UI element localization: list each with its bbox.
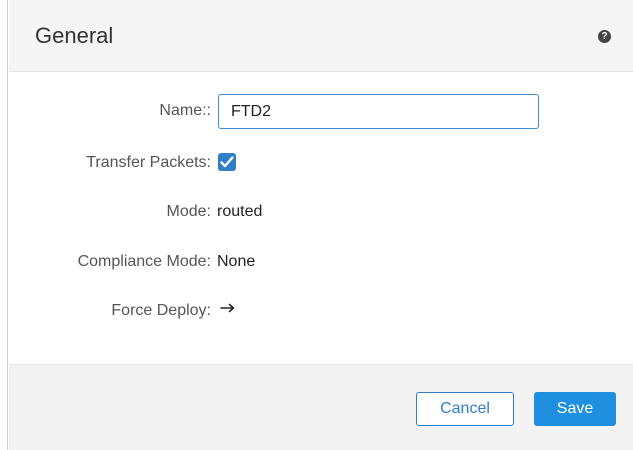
compliance-mode-value: None bbox=[217, 253, 256, 270]
dialog-header: General ? bbox=[9, 0, 633, 72]
dialog-footer: Cancel Save bbox=[9, 364, 633, 450]
mode-label: Mode: bbox=[166, 203, 211, 220]
compliance-mode-label: Compliance Mode: bbox=[77, 253, 211, 270]
force-deploy-label: Force Deploy: bbox=[111, 302, 211, 319]
general-dialog: General ? Name:: Transfer Packets: Mode:… bbox=[0, 0, 633, 450]
save-button[interactable]: Save bbox=[534, 392, 616, 426]
dialog-left-edge bbox=[0, 0, 8, 450]
transfer-packets-label: Transfer Packets: bbox=[86, 154, 211, 171]
help-icon[interactable]: ? bbox=[598, 30, 611, 43]
name-input[interactable] bbox=[218, 94, 539, 129]
arrow-right-icon[interactable] bbox=[220, 302, 236, 314]
transfer-packets-checkbox[interactable] bbox=[218, 153, 236, 171]
name-label: Name:: bbox=[159, 102, 211, 119]
cancel-button[interactable]: Cancel bbox=[416, 392, 514, 426]
checkmark-icon bbox=[220, 156, 234, 168]
dialog-body: Name:: Transfer Packets: Mode: routed Co… bbox=[9, 72, 633, 364]
mode-value: routed bbox=[217, 203, 263, 220]
dialog-title: General bbox=[35, 23, 114, 48]
